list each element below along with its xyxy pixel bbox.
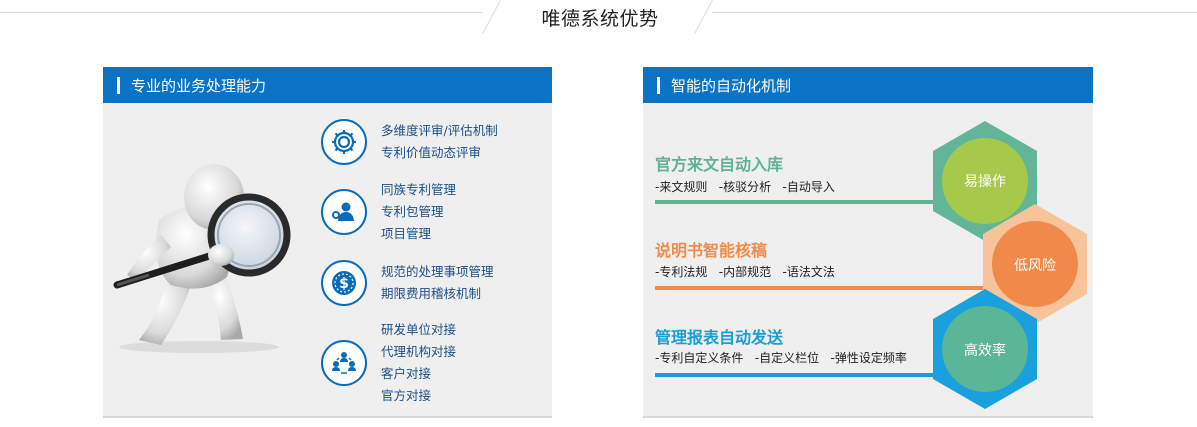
header-divider-left <box>0 12 482 13</box>
gear-icon <box>321 119 367 165</box>
header-bar-marker <box>117 76 120 94</box>
header-slash-left <box>482 0 501 35</box>
auto-report-underline <box>655 373 945 377</box>
auto-report-title: 管理报表自动发送 <box>655 328 784 347</box>
feature-fee-audit: $ 规范的处理事项管理 期限费用稽核机制 <box>321 260 494 306</box>
feature-line: 官方对接 <box>381 388 432 403</box>
feature-line: 客户对接 <box>381 366 432 381</box>
page-title: 唯德系统优势 <box>541 8 659 30</box>
header-slash-right <box>694 0 713 35</box>
panel-title: 智能的自动化机制 <box>671 76 792 95</box>
feature-review: 多维度评审/评估机制 专利价值动态评审 <box>321 119 498 165</box>
business-capability-panel: 专业的业务处理能力 多维度评审/评估机制 专利价值动态评审 同族专利管理 专利包… <box>103 67 552 418</box>
feature-line: 项目管理 <box>381 226 432 241</box>
panel-title: 专业的业务处理能力 <box>131 76 267 95</box>
smart-review-subtitle: -专利法规 -内部规范 -语法文法 <box>655 265 835 279</box>
panel-header: 智能的自动化机制 <box>643 67 1093 103</box>
low-risk-label: 低风险 <box>1014 258 1056 274</box>
panel-header: 专业的业务处理能力 <box>103 67 552 103</box>
people-group-icon <box>321 340 367 386</box>
header-bar-marker <box>657 76 660 94</box>
smart-review-title: 说明书智能核稿 <box>655 241 768 260</box>
auto-report-subtitle: -专利自定义条件 -自定义栏位 -弹性设定频率 <box>655 351 907 365</box>
feature-line: 专利包管理 <box>381 204 444 219</box>
auto-import-title: 官方来文自动入库 <box>655 155 784 174</box>
svg-text:$: $ <box>339 276 349 292</box>
automation-panel: 智能的自动化机制 官方来文自动入库 -来文规则 -核驳分析 -自动导入 说明书智… <box>643 67 1093 418</box>
ease-of-use-label: 易操作 <box>964 174 1006 190</box>
feature-connections: 研发单位对接 代理机构对接 客户对接 官方对接 <box>321 319 456 407</box>
header-divider-right <box>712 12 1197 13</box>
feature-line: 期限费用稽核机制 <box>381 286 482 301</box>
auto-import-subtitle: -来文规则 -核驳分析 -自动导入 <box>655 180 835 194</box>
feature-patent-management: 同族专利管理 专利包管理 项目管理 <box>321 179 456 245</box>
dollar-coin-icon: $ <box>321 260 367 306</box>
user-key-icon <box>321 189 367 235</box>
feature-line: 研发单位对接 <box>381 322 457 337</box>
high-efficiency-label: 高效率 <box>964 343 1006 359</box>
feature-line: 规范的处理事项管理 <box>381 264 494 279</box>
feature-line: 同族专利管理 <box>381 182 457 197</box>
feature-line: 专利价值动态评审 <box>381 145 482 160</box>
feature-line: 代理机构对接 <box>381 344 457 359</box>
auto-import-underline <box>655 200 955 204</box>
magnifier-figure-illustration <box>113 164 291 353</box>
feature-line: 多维度评审/评估机制 <box>381 123 498 138</box>
